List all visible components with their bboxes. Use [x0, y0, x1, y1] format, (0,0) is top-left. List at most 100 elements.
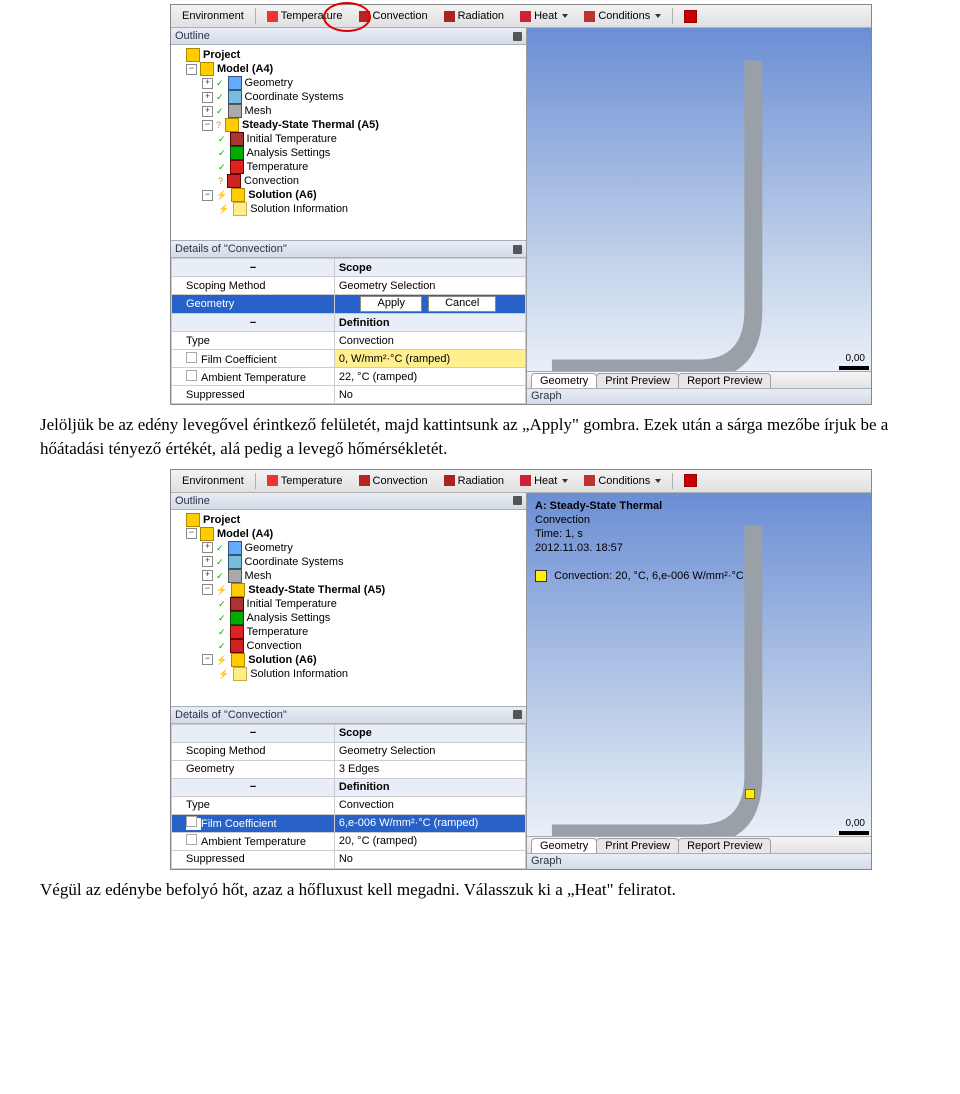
- toolbar-convection[interactable]: Convection: [352, 8, 435, 24]
- row-geometry[interactable]: Geometry Apply Cancel: [172, 295, 526, 314]
- tree-analysis[interactable]: Analysis Settings: [174, 146, 526, 160]
- collapse-icon[interactable]: −: [186, 64, 197, 75]
- pin-icon[interactable]: [513, 245, 522, 254]
- toolbar-environment[interactable]: Environment: [175, 8, 251, 24]
- toolbar-temperature[interactable]: Temperature: [260, 473, 350, 489]
- toolbar-conditions[interactable]: Conditions: [577, 8, 668, 24]
- tab-reportpreview[interactable]: Report Preview: [678, 373, 771, 389]
- expand-icon[interactable]: +: [202, 92, 213, 103]
- tree-geometry[interactable]: + Geometry: [174, 541, 526, 555]
- tree-temperature[interactable]: Temperature: [174, 160, 526, 174]
- toolbar-rad-label: Radiation: [458, 10, 504, 22]
- tab-reportpreview[interactable]: Report Preview: [678, 838, 771, 854]
- row-suppressed[interactable]: Suppressed No: [172, 850, 526, 868]
- tree-solinfo[interactable]: Solution Information: [174, 667, 526, 681]
- overlay-title: A: Steady-State Thermal: [535, 500, 662, 512]
- tab-printpreview[interactable]: Print Preview: [596, 838, 679, 854]
- tree-analysis[interactable]: Analysis Settings: [174, 611, 526, 625]
- sup-val: No: [334, 850, 525, 868]
- row-geometry[interactable]: Geometry 3 Edges: [172, 760, 526, 778]
- tree-mesh[interactable]: + Mesh: [174, 569, 526, 583]
- toolbar-conditions[interactable]: Conditions: [577, 473, 668, 489]
- tree-conv-label: Convection: [244, 174, 299, 188]
- film-val[interactable]: 6,e-006 W/mm²·°C (ramped): [334, 814, 525, 832]
- toolbar-action[interactable]: [677, 472, 704, 489]
- tree-convection[interactable]: Convection: [174, 639, 526, 653]
- section-scope[interactable]: − Scope: [172, 259, 526, 277]
- expand-icon[interactable]: +: [202, 570, 213, 581]
- expand-icon[interactable]: +: [202, 556, 213, 567]
- toolbar-heat[interactable]: Heat: [513, 473, 575, 489]
- row-ambient[interactable]: Ambient Temperature 22, °C (ramped): [172, 368, 526, 386]
- axis-zero: 0,00: [846, 353, 865, 364]
- expand-icon[interactable]: +: [202, 78, 213, 89]
- tree-mesh[interactable]: + Mesh: [174, 104, 526, 118]
- apply-button[interactable]: Apply: [360, 296, 422, 312]
- solinfo-icon: [233, 667, 247, 681]
- row-type[interactable]: Type Convection: [172, 796, 526, 814]
- film-val[interactable]: 0, W/mm²·°C (ramped): [334, 350, 525, 368]
- collapse-icon[interactable]: −: [186, 528, 197, 539]
- tree-solution[interactable]: − Solution (A6): [174, 188, 526, 202]
- row-scoping[interactable]: Scoping Method Geometry Selection: [172, 742, 526, 760]
- toolbar-sep: [255, 8, 256, 24]
- toolbar-convection[interactable]: Convection: [352, 473, 435, 489]
- tree-conv-label: Convection: [247, 639, 302, 653]
- tree-inittemp[interactable]: Initial Temperature: [174, 597, 526, 611]
- tab-geometry[interactable]: Geometry: [531, 373, 597, 389]
- amb-val[interactable]: 20, °C (ramped): [334, 832, 525, 850]
- tree-model[interactable]: − Model (A4): [174, 62, 526, 76]
- checkbox-icon[interactable]: [186, 354, 201, 366]
- section-definition[interactable]: − Definition: [172, 314, 526, 332]
- row-suppressed[interactable]: Suppressed No: [172, 386, 526, 404]
- checkbox-icon[interactable]: [186, 372, 201, 384]
- checkbox-icon[interactable]: [186, 818, 201, 830]
- expand-icon[interactable]: +: [202, 542, 213, 553]
- amb-val[interactable]: 22, °C (ramped): [334, 368, 525, 386]
- collapse-icon[interactable]: −: [202, 584, 213, 595]
- model-icon: [200, 527, 214, 541]
- cancel-button[interactable]: Cancel: [428, 296, 496, 312]
- toolbar-heat[interactable]: Heat: [513, 8, 575, 24]
- tree-temperature[interactable]: Temperature: [174, 625, 526, 639]
- pin-icon[interactable]: [513, 710, 522, 719]
- tree-project[interactable]: Project: [174, 48, 526, 62]
- tree-solution[interactable]: − Solution (A6): [174, 653, 526, 667]
- row-film[interactable]: Film Coefficient 6,e-006 W/mm²·°C (rampe…: [172, 814, 526, 832]
- tree-geometry[interactable]: + Geometry: [174, 76, 526, 90]
- row-scoping[interactable]: Scoping Method Geometry Selection: [172, 277, 526, 295]
- collapse-icon[interactable]: −: [202, 190, 213, 201]
- tab-printpreview[interactable]: Print Preview: [596, 373, 679, 389]
- tree-sst[interactable]: − Steady-State Thermal (A5): [174, 583, 526, 597]
- tree-project[interactable]: Project: [174, 513, 526, 527]
- toolbar-radiation[interactable]: Radiation: [437, 473, 511, 489]
- tree-coord[interactable]: + Coordinate Systems: [174, 555, 526, 569]
- toolbar-environment[interactable]: Environment: [175, 473, 251, 489]
- canvas-1[interactable]: 0,00 Geometry Print Preview Report Previ…: [527, 28, 871, 404]
- warn-icon: [216, 583, 228, 597]
- pin-icon[interactable]: [513, 496, 522, 505]
- tree-convection[interactable]: Convection: [174, 174, 526, 188]
- toolbar-action[interactable]: [677, 8, 704, 25]
- row-film[interactable]: Film Coefficient 0, W/mm²·°C (ramped): [172, 350, 526, 368]
- toolbar-radiation[interactable]: Radiation: [437, 8, 511, 24]
- tree-model[interactable]: − Model (A4): [174, 527, 526, 541]
- pin-icon[interactable]: [513, 32, 522, 41]
- collapse-icon[interactable]: −: [202, 120, 213, 131]
- type-val: Convection: [334, 796, 525, 814]
- collapse-icon[interactable]: −: [202, 654, 213, 665]
- row-type[interactable]: Type Convection: [172, 332, 526, 350]
- tree-solinfo[interactable]: Solution Information: [174, 202, 526, 216]
- row-ambient[interactable]: Ambient Temperature 20, °C (ramped): [172, 832, 526, 850]
- tab-geometry[interactable]: Geometry: [531, 838, 597, 854]
- tree-coord[interactable]: + Coordinate Systems: [174, 90, 526, 104]
- tree-model-label: Model (A4): [217, 62, 273, 76]
- section-scope[interactable]: − Scope: [172, 724, 526, 742]
- checkbox-icon[interactable]: [186, 836, 201, 848]
- canvas-2[interactable]: A: Steady-State Thermal Convection Time:…: [527, 493, 871, 869]
- expand-icon[interactable]: +: [202, 106, 213, 117]
- section-definition[interactable]: − Definition: [172, 778, 526, 796]
- toolbar-temperature[interactable]: Temperature: [260, 8, 350, 24]
- tree-inittemp[interactable]: Initial Temperature: [174, 132, 526, 146]
- tree-sst[interactable]: − Steady-State Thermal (A5): [174, 118, 526, 132]
